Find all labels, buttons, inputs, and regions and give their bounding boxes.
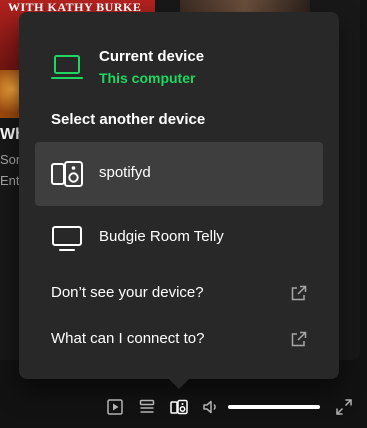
device-picker-popup: Current device This computer Select anot…	[19, 12, 339, 379]
tv-icon	[51, 222, 83, 254]
volume-slider[interactable]	[228, 405, 320, 409]
what-can-i-connect-link[interactable]: What can I connect to?	[51, 328, 307, 352]
device-label: spotifyd	[99, 164, 151, 181]
connect-device-icon[interactable]	[170, 398, 188, 416]
background-item-subtitle-2: Ente	[0, 173, 20, 188]
fullscreen-icon[interactable]	[335, 398, 353, 416]
device-item-budgie-room-telly[interactable]: Budgie Room Telly	[35, 206, 323, 270]
background-item-subtitle: Son	[0, 152, 20, 167]
laptop-icon	[51, 51, 83, 83]
current-device-title: Current device	[99, 48, 205, 65]
help-link-label: What can I connect to?	[51, 330, 205, 347]
now-playing-view-icon[interactable]	[106, 398, 124, 416]
speaker-device-icon	[51, 158, 83, 190]
device-label: Budgie Room Telly	[99, 228, 224, 245]
background-item-title[interactable]: Wh	[0, 126, 20, 144]
device-item-spotifyd[interactable]: spotifyd	[35, 142, 323, 206]
popup-caret	[168, 378, 190, 389]
select-device-heading: Select another device	[51, 111, 206, 128]
external-link-icon	[291, 331, 307, 347]
current-device-name: This computer	[99, 70, 196, 86]
external-link-icon	[291, 285, 307, 301]
dont-see-device-link[interactable]: Don’t see your device?	[51, 282, 307, 306]
help-link-label: Don’t see your device?	[51, 284, 204, 301]
queue-icon[interactable]	[138, 398, 156, 416]
volume-icon[interactable]	[202, 398, 220, 416]
current-device: Current device This computer	[51, 46, 311, 96]
